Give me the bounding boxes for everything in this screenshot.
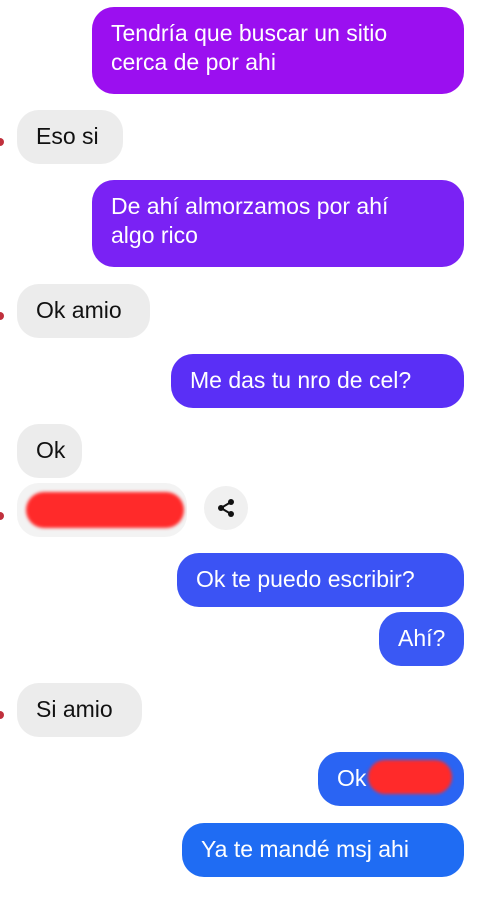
message-text: Ok <box>337 765 367 791</box>
avatar-edge <box>0 711 4 719</box>
message-bubble-received[interactable]: Ok amio <box>17 284 150 338</box>
message-bubble-received[interactable]: Si amio <box>17 683 142 737</box>
message-text: Eso si <box>36 123 99 149</box>
avatar-edge <box>0 512 4 520</box>
share-icon <box>218 499 234 517</box>
message-text-line: cerca de por ahi <box>111 49 276 75</box>
avatar-edge <box>0 312 4 320</box>
message-bubble-received[interactable]: Ok <box>17 424 82 478</box>
message-text: Si amio <box>36 696 113 722</box>
share-button[interactable] <box>204 486 248 530</box>
redaction-mark <box>26 492 184 528</box>
message-bubble-sent[interactable]: Ok te puedo escribir? <box>177 553 464 607</box>
message-text: Ahí? <box>398 625 446 651</box>
message-bubble-sent[interactable]: Me das tu nro de cel? <box>171 354 464 408</box>
message-bubble-sent[interactable]: De ahí almorzamos por ahí algo rico <box>92 180 464 267</box>
message-bubble-sent[interactable]: Ya te mandé msj ahi <box>182 823 464 877</box>
message-text: Ya te mandé msj ahi <box>201 836 409 862</box>
message-text: Ok te puedo escribir? <box>196 566 415 592</box>
avatar-edge <box>0 138 4 146</box>
message-text-line: Tendría que buscar un sitio <box>111 20 388 46</box>
message-bubble-sent[interactable]: Ahí? <box>379 612 464 666</box>
message-text-line: De ahí almorzamos por ahí <box>111 193 389 219</box>
message-text: Me das tu nro de cel? <box>190 367 412 393</box>
message-text-line: algo rico <box>111 222 198 248</box>
message-bubble-received[interactable]: Eso si <box>17 110 123 164</box>
redaction-mark <box>368 760 452 794</box>
message-bubble-sent[interactable]: Tendría que buscar un sitio cerca de por… <box>92 7 464 94</box>
message-text: Ok amio <box>36 297 122 323</box>
message-text: Ok <box>36 437 66 463</box>
